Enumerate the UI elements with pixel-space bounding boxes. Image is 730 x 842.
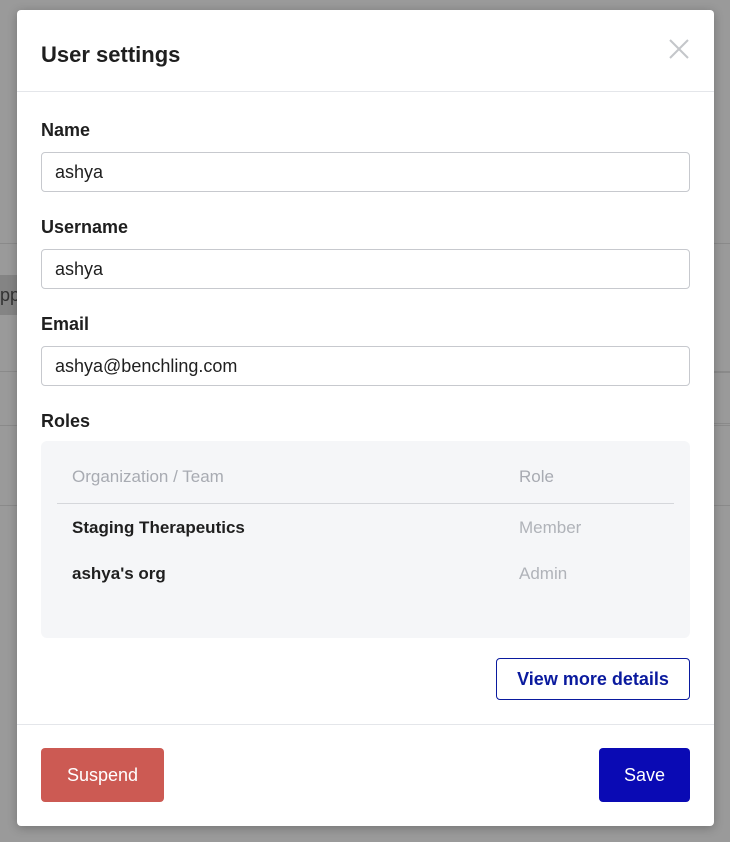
name-field-group: Name	[41, 120, 690, 192]
name-input[interactable]	[41, 152, 690, 192]
close-icon	[669, 39, 689, 59]
role-cell: Admin	[519, 563, 568, 583]
view-more-details-button[interactable]: View more details	[496, 658, 690, 700]
details-row: View more details	[496, 658, 690, 700]
suspend-button[interactable]: Suspend	[41, 748, 164, 802]
close-button[interactable]	[668, 38, 690, 60]
modal-body: Name Username Email Roles Organization /…	[17, 92, 714, 724]
role-cell: Member	[519, 518, 582, 537]
roles-table-header: Organization / Team Role	[57, 467, 674, 504]
roles-label: Roles	[41, 411, 91, 431]
org-cell: Staging Therapeutics	[72, 518, 245, 537]
background-cell	[712, 372, 730, 424]
roles-section: Roles Organization / Team Role Staging T…	[41, 411, 690, 638]
username-field-group: Username	[41, 217, 690, 289]
user-settings-modal: User settings Name Username Email Roles	[17, 10, 714, 826]
org-cell: ashya's org	[72, 563, 166, 583]
save-button[interactable]: Save	[599, 748, 690, 802]
modal-title: User settings	[41, 42, 181, 67]
table-row: ashya's org Admin	[57, 552, 674, 600]
email-field-group: Email	[41, 314, 690, 386]
username-label: Username	[41, 217, 129, 237]
roles-table-container: Organization / Team Role Staging Therape…	[41, 441, 690, 638]
modal-footer: Suspend Save	[17, 724, 714, 826]
table-row: Staging Therapeutics Member	[57, 504, 674, 552]
email-input[interactable]	[41, 346, 690, 386]
modal-header: User settings	[17, 10, 714, 92]
column-header-organization: Organization / Team	[57, 467, 504, 504]
name-label: Name	[41, 120, 91, 140]
email-label: Email	[41, 314, 90, 334]
username-input[interactable]	[41, 249, 690, 289]
roles-table: Organization / Team Role Staging Therape…	[57, 467, 674, 600]
column-header-role: Role	[504, 467, 674, 504]
